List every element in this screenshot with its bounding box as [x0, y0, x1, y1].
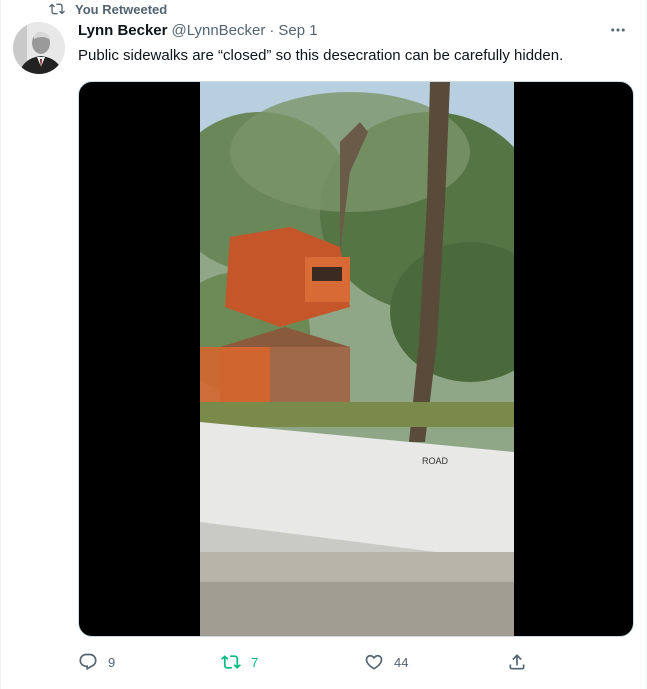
share-button[interactable]	[507, 652, 527, 672]
like-count: 44	[394, 654, 409, 670]
author-handle[interactable]: @LynnBecker	[171, 22, 265, 39]
retweet-context: You Retweeted	[49, 0, 167, 18]
like-icon	[365, 654, 383, 670]
retweet-icon	[49, 3, 65, 15]
tweet-text: Public sidewalks are “closed” so this de…	[78, 47, 564, 64]
author-name[interactable]: Lynn Becker	[78, 22, 167, 39]
tweet[interactable]: You Retweeted Lynn Becker @LynnBecker · …	[0, 0, 647, 689]
context-label: You Retweeted	[75, 1, 168, 17]
reply-icon	[79, 653, 97, 671]
retweet-icon	[221, 655, 241, 669]
reply-count: 9	[108, 654, 116, 670]
video-frame[interactable]: ROAD	[200, 82, 514, 636]
tweet-header: Lynn Becker @LynnBecker · Sep 1	[78, 22, 632, 39]
share-icon	[509, 654, 525, 670]
like-button[interactable]: 44	[364, 652, 507, 672]
svg-text:ROAD: ROAD	[422, 456, 449, 466]
tweet-actions: 9 7 44	[78, 650, 548, 674]
reply-button[interactable]: 9	[78, 652, 221, 672]
more-icon[interactable]	[606, 18, 630, 42]
retweet-button[interactable]: 7	[221, 652, 364, 672]
retweet-count: 7	[251, 654, 259, 670]
tweet-date[interactable]: Sep 1	[278, 22, 317, 39]
separator-dot: ·	[269, 22, 275, 39]
avatar[interactable]	[13, 22, 65, 74]
video-player[interactable]: ROAD	[78, 81, 634, 637]
